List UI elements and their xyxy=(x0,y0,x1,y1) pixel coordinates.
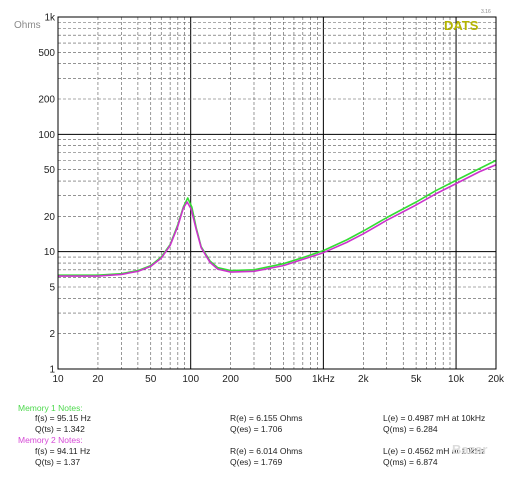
x-tick-label: 2k xyxy=(358,374,370,385)
memory2-qes: Q(es) = 1.769 xyxy=(230,457,283,467)
memory2-qts: Q(ts) = 1.37 xyxy=(35,457,81,467)
memory2-re: R(e) = 6.014 Ohms xyxy=(230,446,303,456)
x-tick-label: 200 xyxy=(222,374,239,385)
y-tick-label: 2 xyxy=(49,329,55,340)
memory1-title: Memory 1 Notes: xyxy=(18,403,83,413)
y-tick-label: 100 xyxy=(38,130,55,141)
x-tick-label: 20k xyxy=(488,374,505,385)
memory1-re: R(e) = 6.155 Ohms xyxy=(230,413,303,423)
y-tick-label: 20 xyxy=(44,212,56,223)
y-tick-label: 500 xyxy=(38,48,55,59)
brand-label: DATS xyxy=(444,18,479,33)
y-tick-label: 200 xyxy=(38,95,55,106)
x-tick-label: 5k xyxy=(411,374,423,385)
watermark: Bazar xyxy=(452,442,488,457)
memory1-fs: f(s) = 95.15 Hz xyxy=(35,413,91,423)
x-tick-label: 100 xyxy=(182,374,199,385)
version-label: 3.16 xyxy=(481,9,491,15)
memory1-qes: Q(es) = 1.706 xyxy=(230,424,283,434)
y-tick-label: 10 xyxy=(44,247,56,258)
memory1-qts: Q(ts) = 1.342 xyxy=(35,424,85,434)
memory2-fs: f(s) = 94.11 Hz xyxy=(35,446,91,456)
x-tick-label: 50 xyxy=(145,374,157,385)
y-tick-label: 50 xyxy=(44,165,56,176)
y-tick-label: 5 xyxy=(49,282,55,293)
x-tick-label: 10k xyxy=(448,374,465,385)
y-axis-label: Ohms xyxy=(14,20,41,31)
memory2-title: Memory 2 Notes: xyxy=(18,435,83,445)
notes-panel: Memory 1 Notes: f(s) = 95.15 Hz R(e) = 6… xyxy=(0,400,518,480)
x-tick-label: 500 xyxy=(275,374,292,385)
x-tick-label: 10 xyxy=(52,374,64,385)
memory2-qms: Q(ms) = 6.874 xyxy=(383,457,438,467)
y-tick-label: 1k xyxy=(44,13,56,24)
memory1-le: L(e) = 0.4987 mH at 10kHz xyxy=(383,413,486,423)
x-tick-label: 20 xyxy=(92,374,104,385)
memory1-qms: Q(ms) = 6.284 xyxy=(383,424,438,434)
x-tick-label: 1kHz xyxy=(312,374,335,385)
y-tick-label: 1 xyxy=(49,365,55,376)
impedance-chart: 10 20 50 100 200 500 1kHz 2k 5k 10k 20k 1 2 5 10 20 50 10… xyxy=(14,9,505,385)
